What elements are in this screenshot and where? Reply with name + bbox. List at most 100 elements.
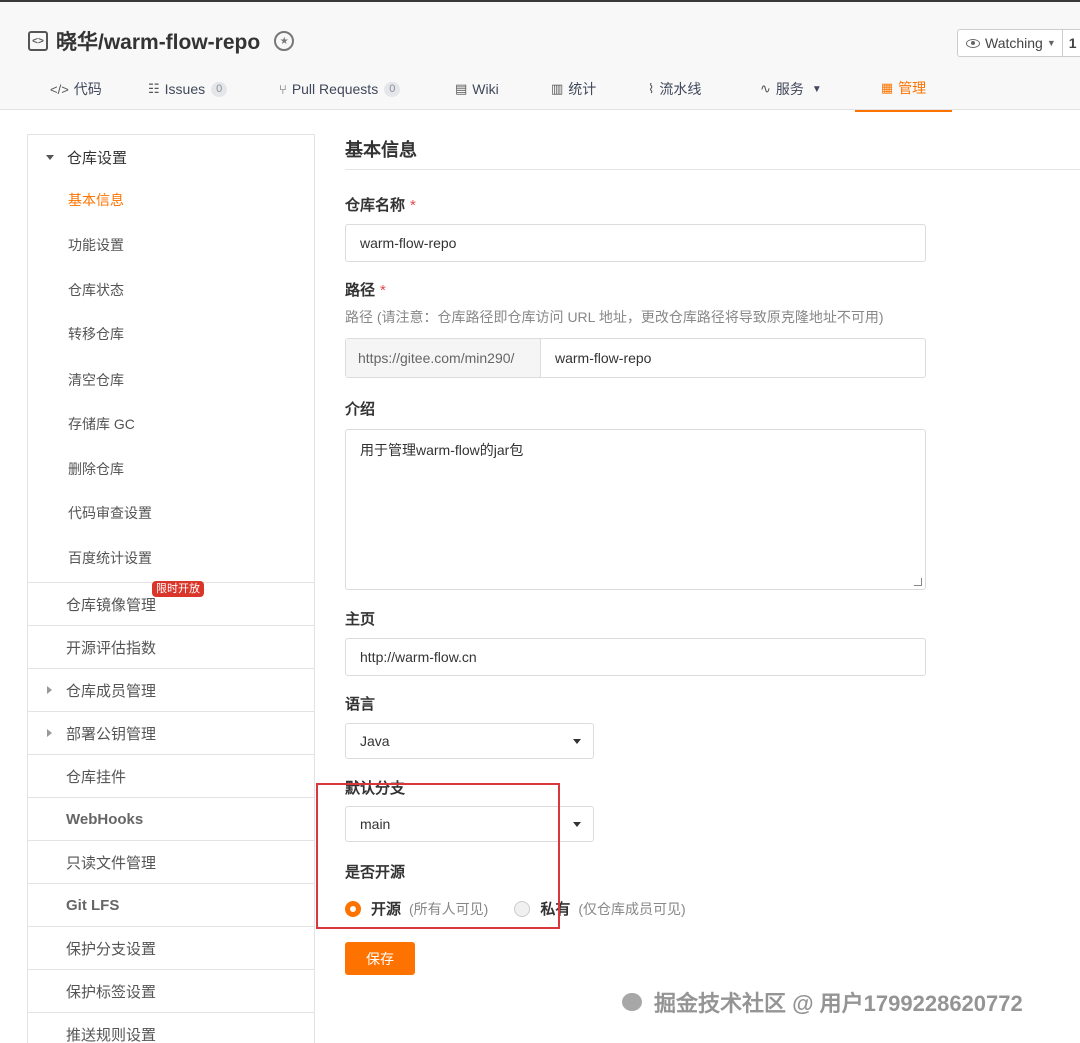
sidebar-item-deploy-keys[interactable]: 部署公钥管理 [28, 711, 314, 754]
tab-stats-label: 统计 [568, 81, 597, 97]
repo-name-input[interactable]: warm-flow-repo [345, 224, 926, 262]
tab-stats[interactable]: ▥ 统计 [551, 66, 596, 112]
repo-name-link[interactable]: 晓华/warm-flow-repo [56, 26, 260, 56]
sidebar-item-oss-index[interactable]: 开源评估指数 [28, 625, 314, 668]
branch-value: main [360, 816, 391, 832]
intro-text: 用于管理warm-flow的jar包 [360, 442, 524, 458]
caret-down-icon [573, 739, 581, 744]
pipeline-icon: ⌇ [648, 81, 655, 96]
tab-pull-requests[interactable]: ⑂ Pull Requests 0 [279, 66, 401, 112]
default-branch-label: 默认分支 [345, 780, 406, 797]
tab-services[interactable]: ∿ 服务 ▼ [760, 66, 822, 112]
repo-header: <> 晓华/warm-flow-repo ★ Watching ▼ 1 </> … [0, 2, 1080, 112]
caret-down-icon [573, 822, 581, 827]
sidebar-item-label: Git LFS [66, 896, 120, 914]
sidebar-item-transfer[interactable]: 转移仓库 [68, 324, 124, 344]
sidebar-item-protected-tags[interactable]: 保护标签设置 [28, 969, 314, 1012]
pull-request-icon: ⑂ [279, 81, 287, 97]
tab-manage-label: 管理 [898, 80, 927, 96]
sidebar-item-webhooks[interactable]: WebHooks [28, 797, 314, 840]
tab-issues-label: Issues [164, 81, 206, 97]
caret-right-icon [47, 729, 52, 737]
private-option[interactable]: 私有 [540, 898, 570, 919]
watch-count[interactable]: 1 [1061, 30, 1080, 56]
repo-name-label-text: 仓库名称 [345, 197, 406, 214]
sidebar-item-label: 仓库挂件 [66, 768, 127, 786]
path-input-group: https://gitee.com/min290/ warm-flow-repo [345, 338, 926, 378]
tab-wiki[interactable]: ▤ Wiki [455, 66, 499, 112]
sidebar-item-delete[interactable]: 删除仓库 [68, 459, 124, 479]
sidebar-item-members[interactable]: 仓库成员管理 [28, 668, 314, 711]
sidebar-item-repo-status[interactable]: 仓库状态 [68, 280, 124, 300]
repo-name-label: 仓库名称 * [345, 194, 416, 215]
tab-code[interactable]: </> 代码 [50, 66, 102, 112]
sidebar-item-features[interactable]: 功能设置 [68, 235, 124, 255]
sidebar-item-readonly-files[interactable]: 只读文件管理 [28, 840, 314, 883]
tab-manage[interactable]: ▦ 管理 [855, 66, 952, 112]
divider [345, 169, 1080, 170]
visibility-radio-group: 开源 (所有人可见) 私有 (仅仓库成员可见) [345, 898, 686, 919]
radio-open-source[interactable] [345, 900, 361, 917]
sidebar-item-label: 仓库镜像管理 [66, 596, 157, 614]
recommend-badge-icon[interactable]: ★ [274, 31, 295, 51]
resize-handle-icon[interactable] [914, 578, 922, 586]
sidebar-group-repo-settings[interactable]: 仓库设置 [46, 147, 127, 168]
default-branch-select[interactable]: main [345, 806, 594, 842]
issues-count: 0 [211, 81, 228, 97]
homepage-label: 主页 [345, 611, 376, 628]
sidebar-item-baidu-stats[interactable]: 百度统计设置 [68, 548, 152, 568]
path-hint: 路径 (请注意：仓库路径即仓库访问 URL 地址，更改仓库路径将导致原克隆地址不… [345, 309, 884, 325]
tab-services-label: 服务 [775, 81, 804, 97]
sidebar-item-label: 保护分支设置 [66, 940, 157, 958]
radio-private[interactable] [514, 900, 531, 917]
homepage-input[interactable]: http://warm-flow.cn [345, 638, 926, 676]
sidebar-item-label: 仓库成员管理 [66, 682, 157, 700]
watch-dropdown[interactable]: Watching ▼ [958, 30, 1062, 56]
open-source-desc: (所有人可见) [409, 900, 489, 917]
tab-code-label: 代码 [73, 81, 102, 97]
tab-pipeline[interactable]: ⌇ 流水线 [648, 66, 701, 112]
repo-icon: <> [28, 31, 48, 51]
page-title: 基本信息 [345, 140, 417, 160]
watch-button[interactable]: Watching ▼ 1 [957, 29, 1080, 57]
open-source-label: 是否开源 [345, 864, 406, 881]
sidebar-item-label: 只读文件管理 [66, 854, 157, 872]
caret-down-icon: ▼ [1046, 38, 1056, 48]
open-source-option[interactable]: 开源 [371, 898, 401, 919]
private-desc: (仅仓库成员可见) [578, 900, 686, 917]
intro-label: 介绍 [345, 401, 376, 418]
watch-label: Watching [985, 35, 1043, 51]
pull-requests-count: 0 [384, 81, 401, 97]
language-select[interactable]: Java [345, 723, 594, 759]
repo-title: <> 晓华/warm-flow-repo ★ [28, 26, 295, 56]
tab-pull-requests-label: Pull Requests [291, 81, 379, 97]
language-label: 语言 [345, 696, 376, 713]
settings-sidebar: 仓库设置 基本信息 功能设置 仓库状态 转移仓库 清空仓库 存储库 GC 删除仓… [27, 134, 315, 1043]
sidebar-item-mirror[interactable]: 仓库镜像管理 限时开放 [28, 581, 314, 625]
save-button[interactable]: 保存 [345, 942, 415, 975]
tab-issues[interactable]: ☷ Issues 0 [148, 66, 228, 112]
issues-icon: ☷ [148, 81, 160, 96]
sidebar-item-label: 开源评估指数 [66, 639, 157, 657]
sidebar-item-git-lfs[interactable]: Git LFS [28, 883, 314, 926]
sidebar-item-label: 部署公钥管理 [66, 725, 157, 743]
sidebar-group-title: 仓库设置 [67, 150, 128, 167]
language-value: Java [360, 733, 390, 749]
sidebar-item-label: 保护标签设置 [66, 983, 157, 1001]
sidebar-item-clear[interactable]: 清空仓库 [68, 370, 124, 390]
sidebar-item-widgets[interactable]: 仓库挂件 [28, 754, 314, 797]
path-input[interactable]: warm-flow-repo [541, 339, 651, 377]
path-prefix: https://gitee.com/min290/ [346, 339, 541, 377]
sidebar-item-code-review[interactable]: 代码审查设置 [68, 503, 152, 523]
intro-textarea[interactable]: 用于管理warm-flow的jar包 [345, 429, 926, 590]
sidebar-item-push-rules[interactable]: 推送规则设置 [28, 1012, 314, 1043]
juejin-logo-icon [622, 993, 642, 1011]
bar-chart-icon: ▥ [551, 81, 564, 96]
path-label-text: 路径 [345, 282, 376, 299]
sidebar-item-basic-info[interactable]: 基本信息 [68, 190, 124, 210]
repo-tabs: </> 代码 ☷ Issues 0 ⑂ Pull Requests 0 ▤ Wi… [0, 66, 1080, 112]
sidebar-item-protected-branches[interactable]: 保护分支设置 [28, 926, 314, 969]
watermark-text: 掘金技术社区 @ 用户1799228620772 [654, 991, 1023, 1016]
sidebar-item-gc[interactable]: 存储库 GC [68, 414, 135, 434]
pulse-icon: ∿ [760, 81, 771, 96]
